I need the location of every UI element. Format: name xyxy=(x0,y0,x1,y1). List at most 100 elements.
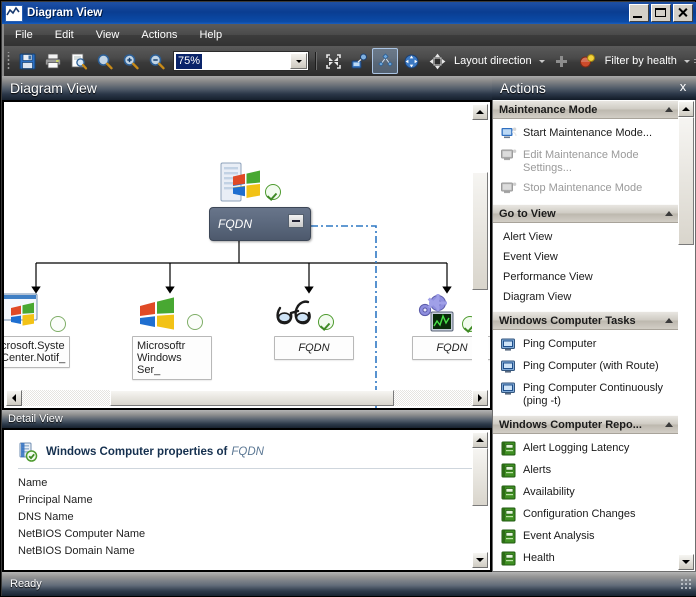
scroll-up-button[interactable] xyxy=(472,104,488,120)
report-icon xyxy=(501,529,517,545)
action-event-view[interactable]: Event View xyxy=(493,247,679,267)
diagram-node-health-service-box[interactable]: FQDN xyxy=(274,336,354,360)
action-ping-computer-continuously[interactable]: Ping Computer Continuously (ping -t) xyxy=(493,378,679,411)
action-availability[interactable]: Availability xyxy=(493,482,679,504)
action-alert-view[interactable]: Alert View xyxy=(493,227,679,247)
scroll-thumb-h[interactable] xyxy=(110,390,394,406)
action-performance-view[interactable]: Performance View xyxy=(493,267,679,287)
layout-direction-chevron-down-icon[interactable] xyxy=(536,51,549,71)
close-icon[interactable]: x xyxy=(676,80,690,94)
action-start-maintenance-mode[interactable]: Start Maintenance Mode... xyxy=(493,123,679,145)
zoom-icon[interactable] xyxy=(92,48,118,74)
diagram-node-notification[interactable]: crosoft.Syste Center.Notif_ xyxy=(4,292,78,368)
diagram-node-notification-label-2: Center.Notif_ xyxy=(4,352,66,364)
diagram-node-root-box[interactable]: FQDN xyxy=(209,207,311,241)
detail-scroll-down-button[interactable] xyxy=(472,552,488,568)
detail-scroll-track[interactable] xyxy=(472,506,488,546)
chevron-up-icon[interactable] xyxy=(665,318,673,323)
save-icon[interactable] xyxy=(14,48,40,74)
report-icon xyxy=(501,551,517,567)
menu-item-help[interactable]: Help xyxy=(188,26,233,44)
actions-scroll-thumb[interactable] xyxy=(678,117,694,245)
diagram-node-notification-box[interactable]: crosoft.Syste Center.Notif_ xyxy=(4,336,70,368)
fit-to-screen-icon[interactable] xyxy=(320,48,346,74)
diagram-canvas[interactable]: FQDN crosoft.Syste Center.Notif_ Microso… xyxy=(4,102,490,408)
close-button[interactable] xyxy=(673,4,693,22)
scroll-track-lower[interactable] xyxy=(472,290,488,374)
toolbar-grip[interactable] xyxy=(6,52,12,70)
scroll-thumb[interactable] xyxy=(472,172,488,290)
detail-scroll-thumb[interactable] xyxy=(472,448,488,506)
section-header-maintenance-mode[interactable]: Maintenance Mode xyxy=(493,100,679,119)
action-alert-logging-latency[interactable]: Alert Logging Latency xyxy=(493,438,679,460)
print-icon[interactable] xyxy=(40,48,66,74)
scroll-track-right[interactable] xyxy=(394,390,472,406)
action-ping-computer[interactable]: Ping Computer xyxy=(493,334,679,356)
section-header-windows-computer-reports[interactable]: Windows Computer Repo... xyxy=(493,415,679,434)
detail-body-container: Windows Computer properties of FQDN Name … xyxy=(2,428,492,572)
chevron-up-icon[interactable] xyxy=(665,422,673,427)
detail-heading-target: FQDN xyxy=(231,446,264,458)
scroll-right-button[interactable] xyxy=(472,390,488,406)
section-title: Go to View xyxy=(499,207,556,220)
maximize-button[interactable] xyxy=(651,4,671,22)
zoom-in-icon[interactable] xyxy=(118,48,144,74)
diagram-node-health-service-label: FQDN xyxy=(298,342,330,354)
action-health[interactable]: Health xyxy=(493,548,679,570)
action-label: Alert View xyxy=(503,231,553,243)
diagram-node-root[interactable]: FQDN xyxy=(209,161,311,241)
toolbar: 75% Layout direction Filter by health xyxy=(2,46,696,76)
action-diagram-view[interactable]: Diagram View xyxy=(493,287,679,307)
zoom-level-combo[interactable]: 75% xyxy=(173,51,309,71)
move-grid-icon[interactable] xyxy=(549,48,575,74)
actions-scroll-track[interactable] xyxy=(678,245,694,545)
actions-scroll-down-button[interactable] xyxy=(678,554,694,570)
diagram-horizontal-scrollbar[interactable] xyxy=(6,390,488,406)
pan-icon[interactable] xyxy=(398,48,424,74)
resize-grip[interactable] xyxy=(680,578,692,590)
chevron-up-icon[interactable] xyxy=(665,107,673,112)
detail-vertical-scrollbar[interactable] xyxy=(472,432,488,568)
diagram-node-health-service[interactable]: FQDN xyxy=(274,294,354,360)
menu-item-view[interactable]: View xyxy=(85,26,131,44)
section-header-go-to-view[interactable]: Go to View xyxy=(493,204,679,223)
menu-item-actions[interactable]: Actions xyxy=(130,26,188,44)
layout-direction-label[interactable]: Layout direction xyxy=(450,55,536,67)
zoom-out-icon[interactable] xyxy=(144,48,170,74)
layout-direction-icon[interactable] xyxy=(424,48,450,74)
action-edit-maintenance-mode-settings[interactable]: Edit Maintenance Mode Settings... xyxy=(493,145,679,178)
scroll-track-upper[interactable] xyxy=(472,120,488,172)
ping-computer-icon xyxy=(501,381,517,397)
action-label: Event Analysis xyxy=(523,530,595,542)
diagram-node-windows-server-label-1: Microsoftr xyxy=(137,340,186,352)
filter-by-health-chevron-down-icon[interactable] xyxy=(681,51,694,71)
action-event-analysis[interactable]: Event Analysis xyxy=(493,526,679,548)
action-ping-computer-with-route[interactable]: Ping Computer (with Route) xyxy=(493,356,679,378)
action-label: Edit Maintenance Mode Settings... xyxy=(523,149,639,174)
action-configuration-changes[interactable]: Configuration Changes xyxy=(493,504,679,526)
menu-item-file[interactable]: File xyxy=(4,26,44,44)
print-preview-icon[interactable] xyxy=(66,48,92,74)
collapse-button[interactable] xyxy=(288,214,304,228)
scroll-left-button[interactable] xyxy=(6,390,22,406)
detail-property-principal-name: Principal Name xyxy=(18,494,93,506)
diagram-node-windows-server-box[interactable]: Microsoftr Windows Ser_ xyxy=(132,336,212,380)
minimize-button[interactable] xyxy=(629,4,649,22)
menu-item-edit[interactable]: Edit xyxy=(44,26,85,44)
detail-scroll-up-button[interactable] xyxy=(472,432,488,448)
diagram-vertical-scrollbar[interactable] xyxy=(472,104,488,390)
section-header-windows-computer-tasks[interactable]: Windows Computer Tasks xyxy=(493,311,679,330)
diagram-layout-icon[interactable] xyxy=(372,48,398,74)
chevron-up-icon[interactable] xyxy=(665,211,673,216)
action-stop-maintenance-mode[interactable]: Stop Maintenance Mode xyxy=(493,178,679,200)
scroll-track-left[interactable] xyxy=(22,390,110,406)
maintenance-stop-icon xyxy=(501,181,517,197)
filter-by-health-label[interactable]: Filter by health xyxy=(601,55,681,67)
actions-scroll-up-button[interactable] xyxy=(678,101,694,117)
network-layout-icon[interactable] xyxy=(346,48,372,74)
action-alerts[interactable]: Alerts xyxy=(493,460,679,482)
chevron-down-icon[interactable] xyxy=(290,53,307,69)
diagram-node-windows-server[interactable]: Microsoftr Windows Ser_ xyxy=(132,292,214,380)
filter-health-icon[interactable] xyxy=(575,48,601,74)
actions-vertical-scrollbar[interactable] xyxy=(678,101,694,570)
